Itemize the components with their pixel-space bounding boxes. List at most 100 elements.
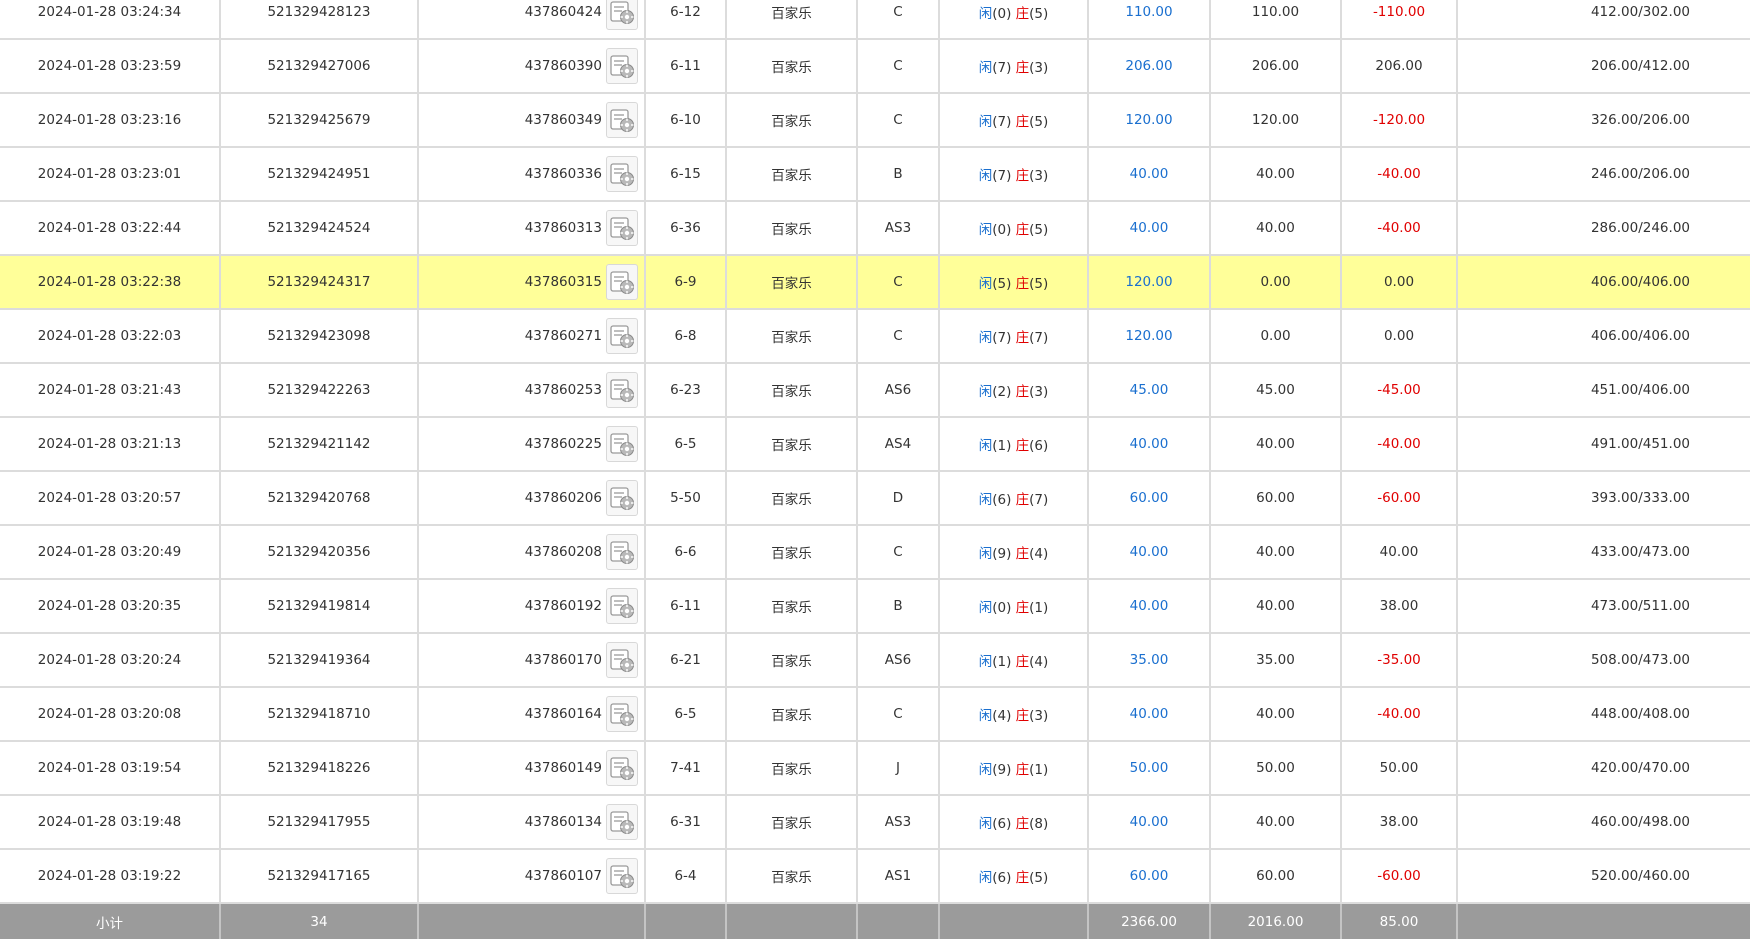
cell-round-id: 437860206 [418,471,646,526]
card-table-icon[interactable] [606,588,638,624]
round-id-text: 437860253 [524,382,602,398]
cell-result: 闲(7) 庄(5) [939,93,1089,148]
cell-game: 百家乐 [726,741,858,796]
cell-valid-amount: 35.00 [1210,633,1342,688]
cell-time: 2024-01-28 03:20:57 [0,471,221,526]
cell-bet-id: 521329418710 [220,687,419,742]
table-row: 2024-01-28 03:19:48 521329417955 437860134… [0,795,1750,850]
cell-time: 2024-01-28 03:20:35 [0,579,221,634]
player-score: (0) [992,6,1012,22]
cell-bet-amount: 40.00 [1088,201,1211,256]
cell-result: 闲(0) 庄(5) [939,0,1089,40]
player-label: 闲 [978,384,993,400]
cell-round-id: 437860164 [418,687,646,742]
card-table-icon[interactable] [606,318,638,354]
card-table-icon[interactable] [606,102,638,138]
banker-label: 庄 [1015,762,1030,778]
cell-game: 百家乐 [726,579,858,634]
cell-win-loss: 0.00 [1341,255,1458,310]
cell-table: 6-5 [645,417,727,472]
player-score: (6) [992,870,1012,886]
cell-table: 6-5 [645,687,727,742]
card-table-icon[interactable] [606,156,638,192]
cell-result: 闲(9) 庄(4) [939,525,1089,580]
banker-label: 庄 [1015,708,1030,724]
card-table-icon[interactable] [606,426,638,462]
cell-bet-amount: 110.00 [1088,0,1211,40]
cell-bet-amount: 40.00 [1088,147,1211,202]
card-table-icon[interactable] [606,210,638,246]
cell-result: 闲(7) 庄(3) [939,39,1089,94]
round-id-text: 437860206 [524,490,602,506]
cell-valid-amount: 45.00 [1210,363,1342,418]
card-table-icon[interactable] [606,858,638,894]
subtotal-bet-amount: 2366.00 [1088,903,1211,939]
cell-round-id: 437860149 [418,741,646,796]
card-table-icon[interactable] [606,48,638,84]
cell-win-loss: -60.00 [1341,471,1458,526]
player-label: 闲 [978,330,993,346]
cell-time: 2024-01-28 03:20:24 [0,633,221,688]
player-label: 闲 [978,276,993,292]
table-row: 2024-01-28 03:19:22 521329417165 437860107… [0,849,1750,904]
bet-records-page: 2024-01-28 03:24:34 521329428123 437860424… [0,0,1750,940]
cell-bet-type: C [857,0,940,40]
cell-table: 6-9 [645,255,727,310]
cell-time: 2024-01-28 03:23:01 [0,147,221,202]
banker-label: 庄 [1015,60,1030,76]
cell-bet-id: 521329421142 [220,417,419,472]
cell-bet-amount: 40.00 [1088,687,1211,742]
round-id-text: 437860192 [524,598,602,614]
cell-bet-amount: 35.00 [1088,633,1211,688]
cell-bet-id: 521329417165 [220,849,419,904]
card-table-icon[interactable] [606,264,638,300]
banker-label: 庄 [1015,330,1030,346]
cell-valid-amount: 40.00 [1210,687,1342,742]
card-table-icon[interactable] [606,0,638,30]
table-row: 2024-01-28 03:21:13 521329421142 437860225… [0,417,1750,472]
player-score: (1) [992,438,1012,454]
cell-bet-amount: 40.00 [1088,417,1211,472]
card-table-icon[interactable] [606,804,638,840]
subtotal-empty-2 [645,903,727,939]
table-row: 2024-01-28 03:23:59 521329427006 437860390… [0,39,1750,94]
table-row: 2024-01-28 03:23:01 521329424951 437860336… [0,147,1750,202]
cell-game: 百家乐 [726,255,858,310]
banker-score: (7) [1029,330,1049,346]
card-table-icon[interactable] [606,642,638,678]
card-table-icon[interactable] [606,750,638,786]
cell-bet-type: B [857,147,940,202]
cell-table: 6-21 [645,633,727,688]
cell-result: 闲(7) 庄(7) [939,309,1089,364]
cell-win-loss: 206.00 [1341,39,1458,94]
cell-table: 6-15 [645,147,727,202]
table-row: 2024-01-28 03:24:34 521329428123 437860424… [0,0,1750,40]
cell-balance: 508.00/473.00 [1457,633,1750,688]
player-score: (5) [992,276,1012,292]
player-label: 闲 [978,438,993,454]
card-table-icon[interactable] [606,696,638,732]
cell-bet-type: C [857,309,940,364]
cell-win-loss: -40.00 [1341,417,1458,472]
cell-bet-id: 521329420768 [220,471,419,526]
cell-balance: 406.00/406.00 [1457,309,1750,364]
card-table-icon[interactable] [606,372,638,408]
cell-table: 5-50 [645,471,727,526]
card-table-icon[interactable] [606,480,638,516]
cell-round-id: 437860390 [418,39,646,94]
cell-valid-amount: 40.00 [1210,417,1342,472]
cell-table: 6-23 [645,363,727,418]
cell-game: 百家乐 [726,471,858,526]
round-id-text: 437860149 [524,760,602,776]
cell-balance: 420.00/470.00 [1457,741,1750,796]
table-row: 2024-01-28 03:22:44 521329424524 437860313… [0,201,1750,256]
cell-time: 2024-01-28 03:19:48 [0,795,221,850]
subtotal-empty-5 [939,903,1089,939]
player-score: (4) [992,708,1012,724]
cell-table: 6-8 [645,309,727,364]
subtotal-empty-6 [1457,903,1750,939]
card-table-icon[interactable] [606,534,638,570]
player-label: 闲 [978,168,993,184]
cell-table: 6-12 [645,0,727,40]
cell-game: 百家乐 [726,525,858,580]
